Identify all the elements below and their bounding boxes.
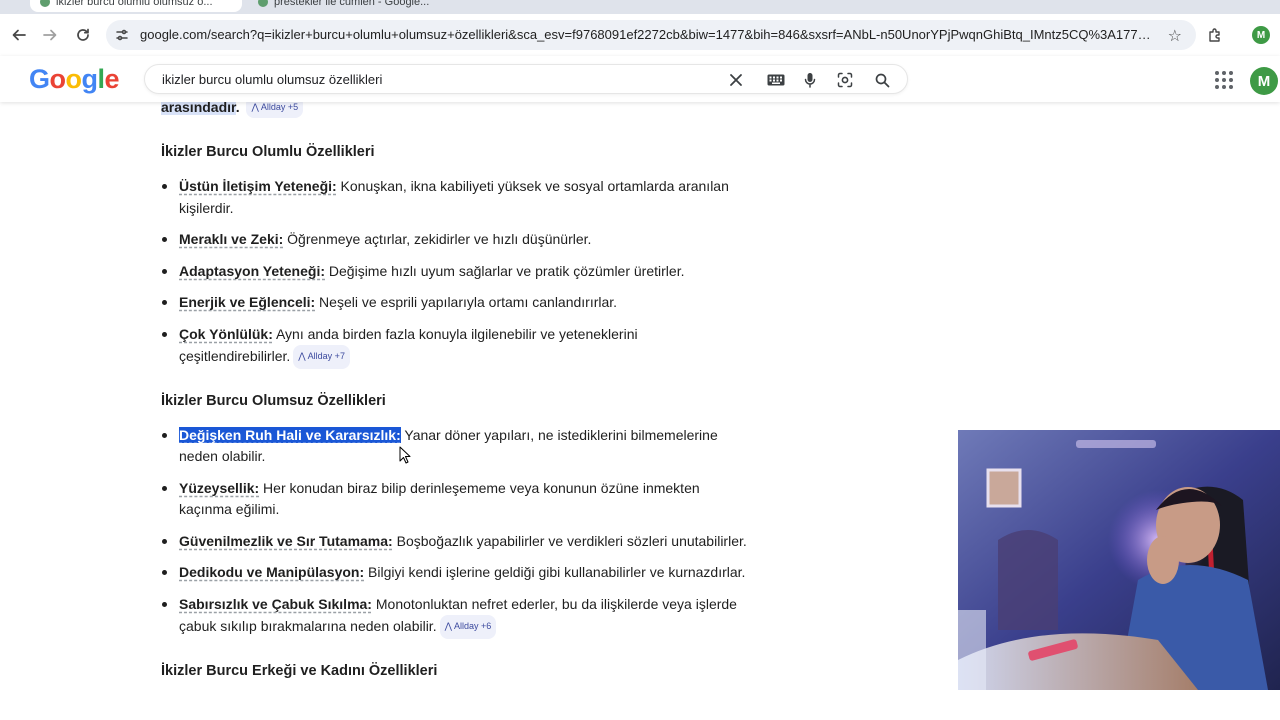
google-logo-text: Google [29, 64, 120, 94]
list-item: Meraklı ve Zeki: Öğrenmeye açtırlar, zek… [161, 229, 751, 251]
tab-favicon-icon [40, 0, 50, 7]
address-bar[interactable]: google.com/search?q=ikizler+burcu+olumlu… [106, 20, 1196, 50]
list-item: Güvenilmezlik ve Sır Tutamama: Boşboğazl… [161, 531, 751, 553]
account-avatar[interactable]: M [1250, 67, 1278, 95]
trait-term[interactable]: Sabırsızlık ve Çabuk Sıkılma: [179, 596, 372, 612]
trait-text: Değişime hızlı uyum sağlarlar ve pratik … [325, 262, 685, 279]
browser-profile-avatar[interactable]: M [1252, 26, 1270, 44]
source-chip-label: Allday +5 [260, 102, 299, 112]
trait-text: Neşeli ve esprili yapılarıyla ortamı can… [315, 294, 618, 310]
positive-traits-list: Üstün İletişim Yeteneği: Konuşkan, ikna … [161, 176, 751, 369]
google-search-header: Google ikizler burcu olumlu olumsuz özel… [0, 56, 1280, 102]
star-icon[interactable]: ☆ [1168, 26, 1182, 46]
trait-text: Bilgiyi kendi işlerine geldiği gibi kull… [364, 564, 746, 580]
webcam-overlay [958, 430, 1280, 690]
list-item: Enerjik ve Eğlenceli: Neşeli ve esprili … [161, 292, 751, 314]
source-chip[interactable]: ⋀ Allday +7 [293, 345, 350, 369]
trait-text: Öğrenmeye açtırlar, zekidirler ve hızlı … [283, 231, 592, 247]
webcam-image [958, 430, 1280, 690]
site-info-icon[interactable] [114, 27, 130, 43]
list-item: Dedikodu ve Manipülasyon: Bilgiyi kendi … [161, 562, 751, 584]
back-arrow-icon[interactable] [8, 24, 30, 46]
list-item: Yüzeysellik: Her konudan biraz bilip der… [161, 478, 751, 521]
reload-icon[interactable] [72, 24, 94, 46]
trait-text: Boşboğazlık yapabilirler ve verdikleri s… [392, 532, 747, 549]
browser-toolbar: google.com/search?q=ikizler+burcu+olumlu… [0, 14, 1280, 56]
trait-term[interactable]: Enerjik ve Eğlenceli: [179, 294, 315, 310]
tab-strip: ikizler burcu olumlu olumsuz ö... preste… [0, 0, 1280, 14]
trait-term[interactable]: Çok Yönlülük: [179, 326, 273, 342]
trait-term[interactable]: Dedikodu ve Manipülasyon: [179, 564, 364, 580]
google-logo[interactable]: Google [29, 64, 120, 95]
section-heading-negative: İkizler Burcu Olumsuz Özellikleri [161, 392, 386, 409]
trait-term[interactable]: Adaptasyon Yeteneği: [179, 263, 325, 279]
clear-icon[interactable] [725, 69, 747, 91]
trait-term[interactable]: Yüzeysellik: [179, 480, 259, 496]
trait-term[interactable]: Üstün İletişim Yeteneği: [179, 178, 337, 194]
tab-label: ikizler burcu olumlu olumsuz ö... [56, 0, 213, 8]
tab-label: prestekler ile cümlen - Google... [274, 0, 430, 8]
source-chip[interactable]: ⋀ Allday +6 [439, 615, 497, 639]
url-text[interactable]: google.com/search?q=ikizler+burcu+olumlu… [140, 27, 1155, 42]
list-item: Adaptasyon Yeteneği: Değişime hızlı uyum… [161, 261, 751, 283]
list-item: Üstün İletişim Yeteneği: Konuşkan, ikna … [161, 176, 751, 219]
trait-term[interactable]: Meraklı ve Zeki: [179, 231, 283, 247]
search-box[interactable]: ikizler burcu olumlu olumsuz özellikleri [144, 64, 908, 94]
mouse-cursor-icon [399, 446, 411, 464]
section-heading-positive: İkizler Burcu Olumlu Özellikleri [161, 144, 375, 160]
negative-traits-list: Değişken Ruh Hali ve Kararsızlık: Yanar … [161, 425, 751, 639]
mic-icon[interactable] [799, 69, 821, 91]
keyboard-icon[interactable] [765, 69, 787, 91]
section-heading-next: İkizler Burcu Erkeği ve Kadını Özellikle… [161, 662, 438, 679]
list-item: Çok Yönlülük: Aynı anda birden fazla kon… [161, 324, 751, 369]
trait-term[interactable]: Güvenilmezlik ve Sır Tutamama: [179, 533, 393, 549]
ai-overview-content: arasındadır. ⋀ Allday +5 İkizler Burcu O… [161, 96, 751, 681]
list-item: Değişken Ruh Hali ve Kararsızlık: Yanar … [161, 425, 751, 468]
source-chip-label: Allday +6 [453, 621, 492, 631]
search-input[interactable]: ikizler burcu olumlu olumsuz özellikleri [162, 72, 382, 87]
source-chip-label: Allday +7 [307, 351, 345, 361]
tab-favicon-icon [258, 0, 268, 7]
apps-grid-icon[interactable] [1214, 70, 1234, 90]
lens-icon[interactable] [834, 69, 856, 91]
list-item: Sabırsızlık ve Çabuk Sıkılma: Monotonluk… [161, 594, 751, 639]
tab-active[interactable]: ikizler burcu olumlu olumsuz ö... [30, 0, 242, 12]
extensions-icon[interactable] [1204, 24, 1226, 46]
forward-arrow-icon[interactable] [39, 24, 61, 46]
trait-term-selected[interactable]: Değişken Ruh Hali ve Kararsızlık: [179, 426, 401, 443]
tab-inactive[interactable]: prestekler ile cümlen - Google... [248, 0, 448, 12]
search-icon[interactable] [871, 69, 893, 91]
